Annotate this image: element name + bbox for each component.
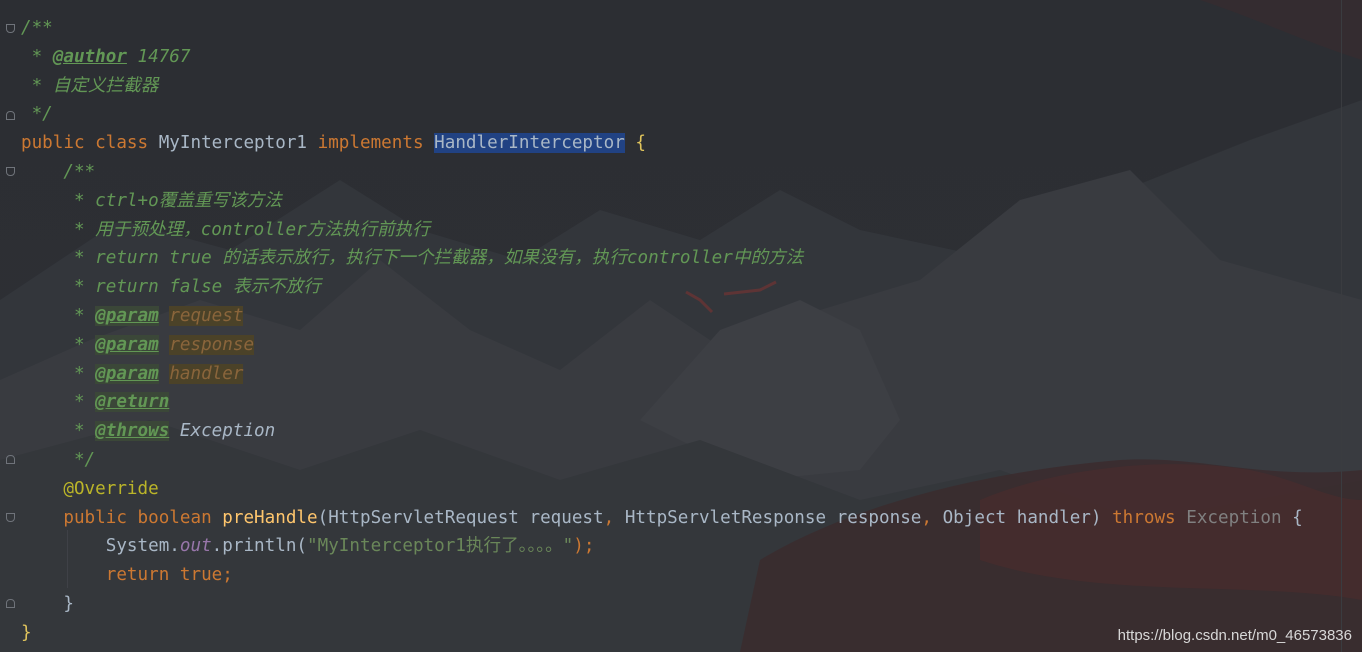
code-token: MyInterceptor1 [158,133,318,154]
code-line[interactable]: * 自定义拦截器 [21,72,1303,101]
code-line[interactable]: */ [21,446,1303,475]
code-line[interactable]: * @param response [21,331,1303,360]
code-line[interactable]: * 用于预处理，controller方法执行前执行 [21,216,1303,245]
code-token: * 用于预处理，controller方法执行前执行 [21,219,430,240]
code-token: request [169,305,244,326]
code-token: implements [317,133,435,154]
code-token: (HttpServletRequest request [317,507,604,528]
code-line[interactable]: System.out.println("MyInterceptor1执行了。。。… [21,532,1303,561]
code-token: HandlerInterceptor [434,133,625,154]
code-token: response [169,334,255,355]
code-line[interactable]: * @param handler [21,360,1303,389]
code-token: * [21,46,53,67]
code-token: * 自定义拦截器 [21,75,159,96]
code-line[interactable]: /** [21,158,1303,187]
code-token: .println( [211,536,308,557]
code-line[interactable]: /** [21,14,1303,43]
code-token: * [21,421,96,442]
code-token: } [21,593,74,614]
code-token: @param [95,363,159,384]
code-line[interactable]: * @param request [21,302,1303,331]
fold-marker-icon[interactable] [6,513,15,522]
fold-marker-icon[interactable] [6,599,15,608]
code-token: /** [21,161,96,182]
code-token: @param [95,334,159,355]
code-token: ; [222,565,233,586]
code-token: /** [21,18,53,38]
right-margin-line [1341,0,1342,652]
code-token: preHandle [222,507,318,528]
code-token: true [179,565,223,586]
code-token: throws [1112,507,1187,528]
code-token: , [921,507,943,528]
code-line[interactable]: * @author 14767 [21,43,1303,72]
code-line[interactable]: @Override [21,475,1303,504]
code-line[interactable]: public class MyInterceptor1 implements H… [21,129,1303,158]
code-token: public [21,507,138,528]
code-token: * return true 的话表示放行，执行下一个拦截器，如果没有，执行con… [21,248,804,269]
code-token: Exception [179,421,276,442]
fold-marker-icon[interactable] [6,455,15,464]
code-token: class [95,133,159,154]
code-token: handler [169,363,244,384]
code-token: @author [52,46,127,67]
code-token: System. [21,536,180,557]
code-token: 14767 [126,46,191,67]
code-line[interactable]: * return false 表示不放行 [21,273,1303,302]
code-token: @Override [21,478,159,499]
code-token: * [21,305,96,326]
code-line[interactable]: * @throws Exception [21,417,1303,446]
code-token: * [21,392,96,413]
code-line[interactable]: return true; [21,561,1303,590]
code-token: Object handler) [942,507,1113,528]
code-token: ); [573,536,595,557]
code-line[interactable]: */ [21,100,1303,129]
code-token: * ctrl+o覆盖重写该方法 [21,190,282,211]
code-token: @return [95,392,170,413]
code-line[interactable]: * return true 的话表示放行，执行下一个拦截器，如果没有，执行con… [21,244,1303,273]
code-token: * return false 表示不放行 [21,277,321,298]
editor-gutter [0,0,20,652]
code-token: return [21,565,180,586]
code-editor[interactable]: /** * @author 14767 * 自定义拦截器 */ public cl… [21,14,1303,648]
fold-marker-icon[interactable] [6,167,15,176]
code-line[interactable]: public boolean preHandle(HttpServletRequ… [21,504,1303,533]
code-token: @param [95,305,159,326]
fold-marker-icon[interactable] [6,24,15,33]
code-token: Exception [1186,507,1293,528]
fold-marker-icon[interactable] [6,111,15,120]
code-token: , [603,507,625,528]
code-line[interactable]: * ctrl+o覆盖重写该方法 [21,187,1303,216]
code-line[interactable]: } [21,619,1303,648]
code-token: */ [21,449,96,470]
code-token: "MyInterceptor1执行了。。。。" [307,536,574,557]
code-token: boolean [137,507,223,528]
code-token: * [21,363,96,384]
code-token: } [21,622,32,643]
code-token: HttpServletResponse response [624,507,922,528]
code-token: { [1292,507,1303,528]
code-token: @throws [95,421,170,442]
code-line[interactable]: } [21,590,1303,619]
code-token: public [21,133,96,154]
code-token: * [21,334,96,355]
code-line[interactable]: * @return [21,388,1303,417]
code-token: out [179,536,212,557]
code-token: { [624,133,646,154]
watermark-text: https://blog.csdn.net/m0_46573836 [1117,627,1352,644]
code-token: */ [21,104,53,125]
